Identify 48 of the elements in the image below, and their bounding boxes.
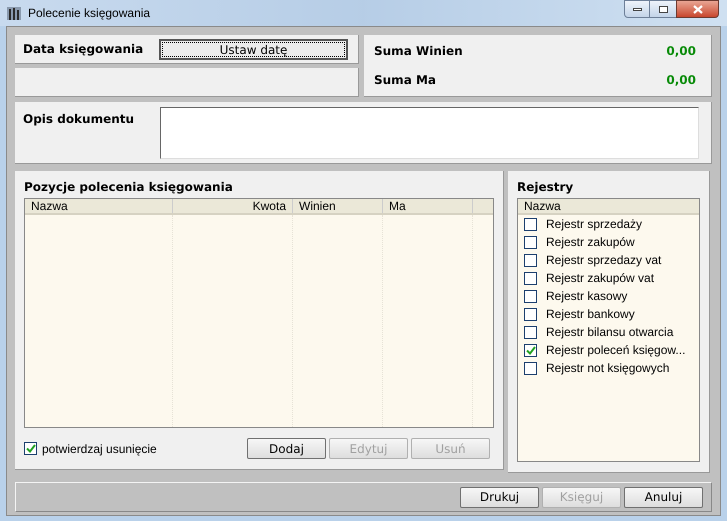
set-date-button[interactable]: Ustaw datę xyxy=(159,38,348,60)
register-checkbox[interactable] xyxy=(524,236,537,248)
register-label[interactable]: Rejestr zakupów xyxy=(546,233,635,251)
action-button[interactable]: Anuluj xyxy=(624,486,703,508)
register-label[interactable]: Rejestr bilansu otwarcia xyxy=(546,323,674,341)
registers-title: Rejestry xyxy=(517,179,574,196)
column-header[interactable]: Nazwa xyxy=(25,199,173,213)
minimize-button[interactable] xyxy=(624,0,650,18)
register-label[interactable]: Rejestr poleceń księgow... xyxy=(546,341,686,359)
close-icon xyxy=(692,4,702,14)
date-label: Data księgowania xyxy=(23,41,144,58)
sum-label: Suma Ma xyxy=(374,72,436,89)
register-checkbox[interactable] xyxy=(524,362,537,374)
register-checkbox[interactable] xyxy=(524,344,537,356)
close-button[interactable] xyxy=(676,0,719,18)
positions-title: Pozycje polecenia księgowania xyxy=(24,179,234,196)
register-checkbox[interactable] xyxy=(524,272,537,284)
register-checkbox[interactable] xyxy=(524,254,537,266)
register-label[interactable]: Rejestr bankowy xyxy=(546,305,635,323)
register-checkbox[interactable] xyxy=(524,290,537,302)
minimize-icon xyxy=(632,8,642,10)
column-header[interactable]: Kwota xyxy=(173,199,293,213)
action-button[interactable]: Dodaj xyxy=(247,438,326,459)
register-label[interactable]: Rejestr sprzedaży xyxy=(546,215,642,233)
register-checkbox[interactable] xyxy=(524,308,537,320)
register-checkbox[interactable] xyxy=(524,218,537,230)
description-field[interactable] xyxy=(160,107,699,159)
register-label[interactable]: Rejestr kasowy xyxy=(546,287,628,305)
column-header[interactable]: Winien xyxy=(293,199,383,213)
maximize-icon xyxy=(658,6,668,12)
checkmark-icon xyxy=(526,346,536,354)
register-label[interactable]: Rejestr zakupów vat xyxy=(546,269,654,287)
maximize-button[interactable] xyxy=(650,0,676,18)
description-label: Opis dokumentu xyxy=(23,111,136,128)
app-icon xyxy=(6,5,22,21)
register-checkbox[interactable] xyxy=(524,326,537,338)
sum-label: Suma Winien xyxy=(374,43,463,60)
sum-value: 0,00 xyxy=(666,72,696,89)
confirm-label: potwierdzaj usunięcie xyxy=(42,440,158,458)
checkmark-icon xyxy=(26,444,36,453)
sum-value: 0,00 xyxy=(666,43,696,60)
action-button[interactable]: Drukuj xyxy=(460,486,539,508)
column-header[interactable]: Ma xyxy=(383,199,473,213)
window-title: Polecenie księgowania xyxy=(28,5,150,22)
register-label[interactable]: Rejestr not księgowych xyxy=(546,359,670,377)
confirm-checkbox[interactable] xyxy=(24,442,37,455)
column-header[interactable]: Nazwa xyxy=(518,199,699,215)
register-label[interactable]: Rejestr sprzedazy vat xyxy=(546,251,662,269)
